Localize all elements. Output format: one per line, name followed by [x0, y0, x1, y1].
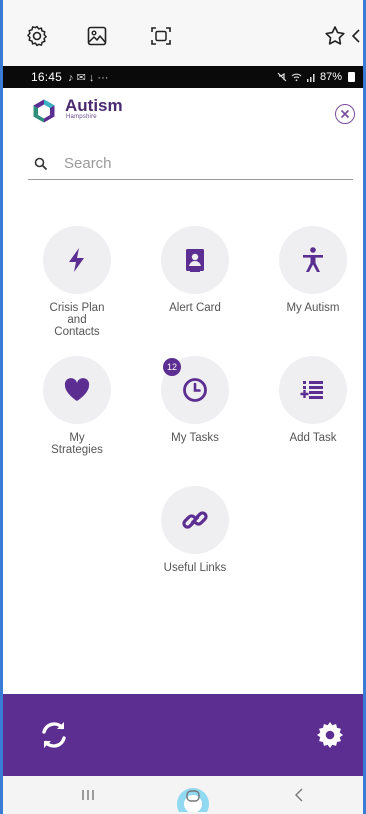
tile-circle[interactable]: 12: [161, 356, 229, 424]
tile-label: Crisis Plan and Contacts: [49, 302, 105, 338]
lightning-icon: [69, 248, 84, 272]
tile-add-task[interactable]: Add Task: [258, 356, 366, 444]
person-icon: [303, 247, 323, 272]
status-right: 87%: [277, 71, 355, 83]
gear-icon[interactable]: [23, 22, 51, 50]
search-icon: [34, 157, 48, 170]
search-input[interactable]: [64, 155, 304, 172]
tile-label: Useful Links: [163, 562, 227, 574]
tile-circle[interactable]: [161, 226, 229, 294]
gallery-icon[interactable]: [83, 22, 111, 50]
id-card-icon: [186, 249, 204, 272]
autism-hampshire-logo-icon: [33, 99, 55, 123]
tile-crisis-plan[interactable]: Crisis Plan and Contacts: [22, 226, 132, 338]
chevron-left-icon[interactable]: [349, 22, 363, 50]
app-header: Autism Hampshire: [3, 88, 363, 138]
recents-icon[interactable]: [81, 789, 95, 801]
link-icon: [182, 511, 208, 529]
mute-icon: [277, 72, 287, 82]
status-bar: 16:45 ♪ ✉ ↓ ··· 87%: [3, 66, 363, 88]
status-time: 16:45: [31, 70, 63, 84]
tile-label: Add Task: [289, 432, 337, 444]
star-icon[interactable]: [321, 22, 349, 50]
heart-icon: [64, 378, 90, 401]
close-button[interactable]: [335, 104, 355, 124]
search-bar: [28, 148, 353, 180]
sync-icon[interactable]: [37, 718, 71, 752]
tile-my-tasks[interactable]: 12 My Tasks: [140, 356, 250, 444]
settings-gear-icon[interactable]: [313, 718, 347, 752]
battery-percent: 87%: [319, 71, 342, 83]
tile-label: My Tasks: [171, 432, 219, 444]
tile-circle[interactable]: [161, 486, 229, 554]
tile-my-strategies[interactable]: My Strategies: [22, 356, 132, 456]
back-icon[interactable]: [293, 788, 305, 802]
clock-icon: [183, 378, 207, 402]
close-icon: [340, 109, 350, 119]
bottom-action-bar: [3, 694, 363, 776]
tile-label: Alert Card: [169, 302, 221, 314]
system-nav-bar: [3, 776, 363, 814]
app-subtitle: Hampshire: [66, 114, 97, 120]
screen-capture-icon[interactable]: [147, 22, 175, 50]
tile-label: My Autism: [286, 302, 340, 314]
tile-alert-card[interactable]: Alert Card: [140, 226, 250, 314]
tile-circle[interactable]: [279, 356, 347, 424]
top-toolbar: [3, 0, 363, 66]
tile-useful-links[interactable]: Useful Links: [140, 486, 250, 574]
notification-icons: ♪ ✉ ↓ ···: [68, 71, 109, 84]
home-icon[interactable]: [171, 780, 215, 812]
signal-icon: [306, 74, 315, 82]
tile-circle[interactable]: [43, 356, 111, 424]
tile-my-autism[interactable]: My Autism: [258, 226, 366, 314]
battery-icon: [348, 72, 355, 82]
app-title: Autism: [65, 96, 123, 115]
tile-circle[interactable]: [279, 226, 347, 294]
tile-circle[interactable]: [43, 226, 111, 294]
wifi-icon: [291, 73, 302, 82]
task-count-badge: 12: [163, 358, 181, 376]
list-add-icon: [300, 381, 323, 399]
tile-label: My Strategies: [51, 432, 103, 456]
